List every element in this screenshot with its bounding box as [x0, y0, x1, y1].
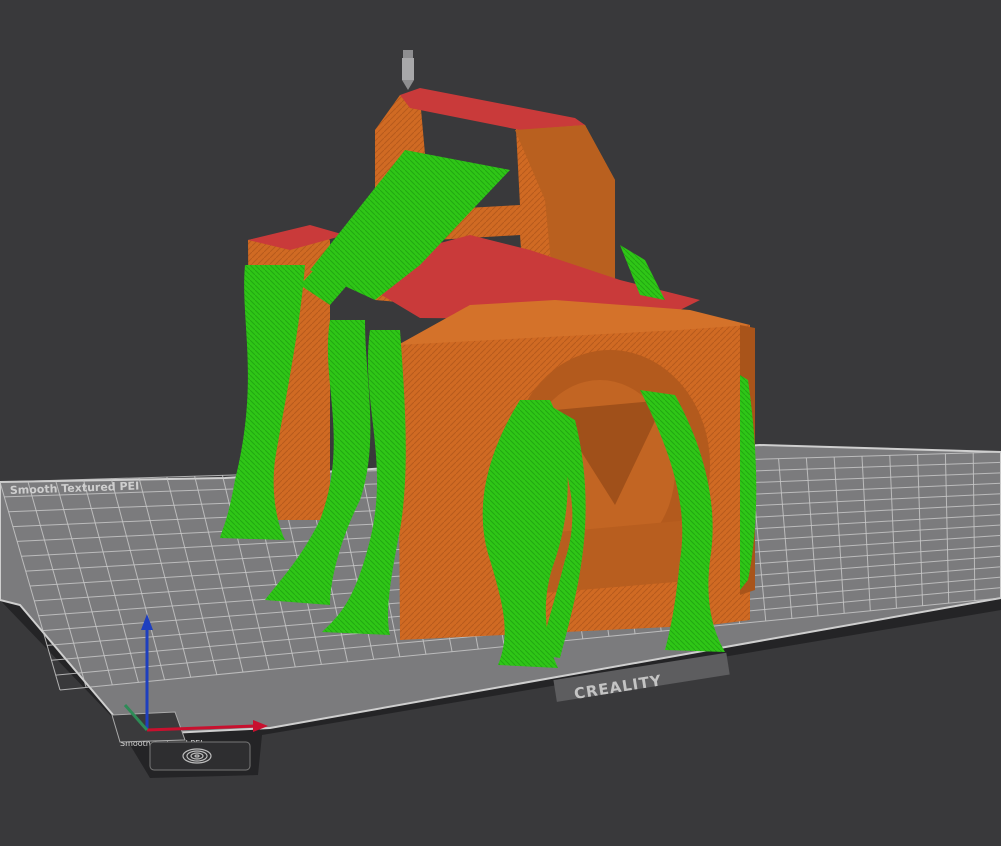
rear-arch-top: [400, 88, 585, 130]
3d-viewport[interactable]: Smooth Textured PEI CREALITY Smooth Text…: [0, 0, 1001, 846]
scene-canvas[interactable]: Smooth Textured PEI CREALITY Smooth Text…: [0, 0, 1001, 846]
fingerprint-badge: [149, 741, 251, 771]
nozzle-icon: [402, 50, 414, 90]
